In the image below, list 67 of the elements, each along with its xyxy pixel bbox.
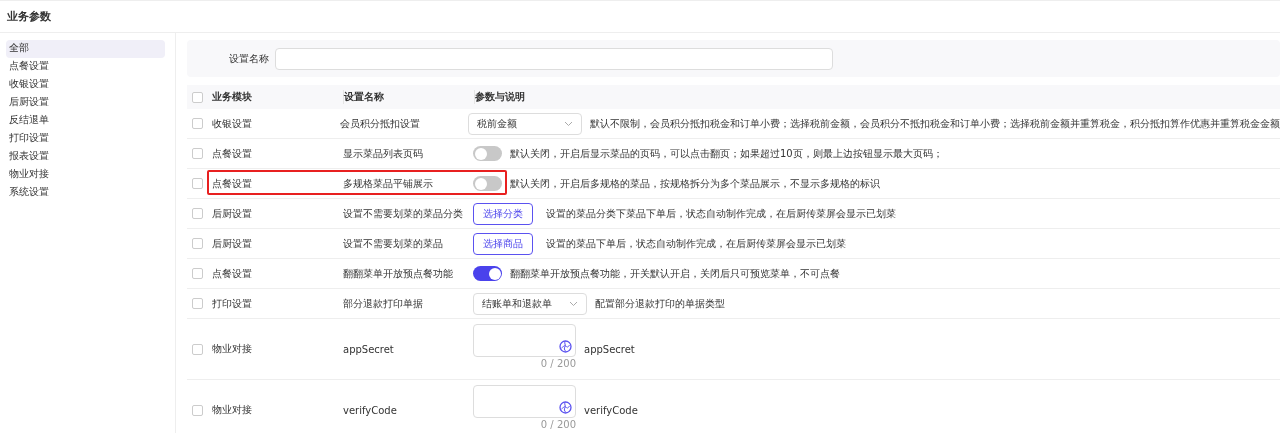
sidebar-item[interactable]: 系统设置 bbox=[6, 184, 165, 202]
globe-icon bbox=[559, 339, 572, 353]
table-cell: 打印设置 bbox=[212, 297, 252, 309]
select-button[interactable]: 选择分类 bbox=[473, 202, 533, 225]
table-cell: 物业对接 bbox=[212, 404, 252, 415]
checkbox[interactable] bbox=[192, 238, 203, 249]
table-cell: appSecret bbox=[343, 343, 394, 355]
toggle-switch[interactable] bbox=[473, 146, 502, 161]
table-cell: 设置不需要划菜的菜品分类 bbox=[343, 207, 463, 219]
checkbox[interactable] bbox=[192, 208, 203, 219]
table-cell: 点餐设置 bbox=[212, 177, 252, 189]
checkbox[interactable] bbox=[192, 343, 203, 355]
table-cell: 点餐设置 bbox=[212, 267, 252, 279]
sidebar-item[interactable]: 反结退单 bbox=[6, 112, 165, 130]
sidebar-item[interactable]: 点餐设置 bbox=[6, 58, 165, 76]
chevron-down-icon bbox=[569, 300, 578, 307]
globe-icon bbox=[559, 400, 572, 414]
table-cell: verifyCode bbox=[343, 404, 397, 416]
toggle-switch[interactable] bbox=[473, 266, 502, 281]
chevron-down-icon bbox=[564, 120, 573, 127]
sidebar-item[interactable]: 物业对接 bbox=[6, 166, 165, 184]
select-field[interactable]: 税前金额 bbox=[468, 112, 582, 135]
sidebar-item[interactable]: 收银设置 bbox=[6, 76, 165, 94]
sidebar-item[interactable]: 打印设置 bbox=[6, 130, 165, 148]
description-text: verifyCode bbox=[584, 404, 638, 416]
text-area[interactable] bbox=[473, 323, 576, 357]
table-cell: 设置不需要划菜的菜品 bbox=[343, 237, 443, 249]
description-text: 设置的菜品分类下菜品下单后，状态自动制作完成，在后厨传菜屏会显示已划菜 bbox=[546, 206, 896, 221]
table-cell: 显示菜品列表页码 bbox=[343, 147, 423, 159]
column-header: 业务模块 bbox=[212, 91, 252, 102]
description-text: 默认不限制，会员积分抵扣税金和订单小费；选择税前金额，会员积分不抵扣税金和订单小费；选择税前金额并重算税金，积分抵扣算作优惠并重算税金金额 bbox=[590, 116, 1280, 131]
search-field[interactable] bbox=[275, 47, 833, 70]
description-text: 配置部分退款打印的单据类型 bbox=[595, 296, 725, 311]
table-cell: 收银设置 bbox=[211, 117, 252, 129]
description-text: 设置的菜品下单后，状态自动制作完成，在后厨传菜屏会显示已划菜 bbox=[546, 236, 846, 251]
table-cell: 会员积分抵扣设置 bbox=[340, 117, 421, 129]
table-cell: 物业对接 bbox=[212, 343, 252, 354]
description-text: 翻翻菜单开放预点餐功能，开关默认开启，关闭后只可预览菜单，不可点餐 bbox=[510, 266, 840, 281]
description-text: appSecret bbox=[584, 343, 635, 355]
column-header: 设置名称 bbox=[344, 91, 384, 102]
sidebar-item[interactable]: 后厨设置 bbox=[6, 94, 165, 112]
search-label: 设置名称 bbox=[228, 51, 269, 66]
table-cell: 后厨设置 bbox=[212, 207, 252, 219]
sidebar-item[interactable]: 全部 bbox=[6, 40, 165, 58]
checkbox[interactable] bbox=[192, 148, 203, 159]
table-cell: 部分退款打印单据 bbox=[343, 297, 423, 309]
select-button[interactable]: 选择商品 bbox=[473, 232, 533, 255]
checkbox[interactable] bbox=[192, 268, 203, 279]
character-counter: 0 / 200 bbox=[540, 418, 576, 430]
checkbox[interactable] bbox=[192, 178, 203, 189]
character-counter: 0 / 200 bbox=[540, 357, 576, 369]
checkbox[interactable] bbox=[192, 118, 203, 129]
sidebar-item[interactable]: 报表设置 bbox=[6, 148, 165, 166]
table-cell: 点餐设置 bbox=[212, 147, 252, 159]
table-cell: 翻翻菜单开放预点餐功能 bbox=[343, 267, 453, 279]
checkbox[interactable] bbox=[192, 404, 203, 416]
select-field[interactable]: 结账单和退款单 bbox=[473, 292, 587, 315]
text-area[interactable] bbox=[473, 384, 576, 418]
description-text: 默认关闭，开启后多规格的菜品，按规格拆分为多个菜品展示，不显示多规格的标识 bbox=[510, 176, 880, 191]
column-header: 参数与说明 bbox=[475, 90, 525, 104]
checkbox[interactable] bbox=[192, 298, 203, 309]
page-title: 业务参数 bbox=[7, 9, 51, 24]
table-cell: 多规格菜品平铺展示 bbox=[343, 177, 433, 189]
description-text: 默认关闭，开启后显示菜品的页码，可以点击翻页；如果超过10页，则最上边按钮显示最大页码； bbox=[510, 146, 943, 161]
table-cell: 后厨设置 bbox=[212, 237, 252, 249]
toggle-switch[interactable] bbox=[473, 176, 502, 191]
checkbox[interactable] bbox=[192, 91, 203, 103]
